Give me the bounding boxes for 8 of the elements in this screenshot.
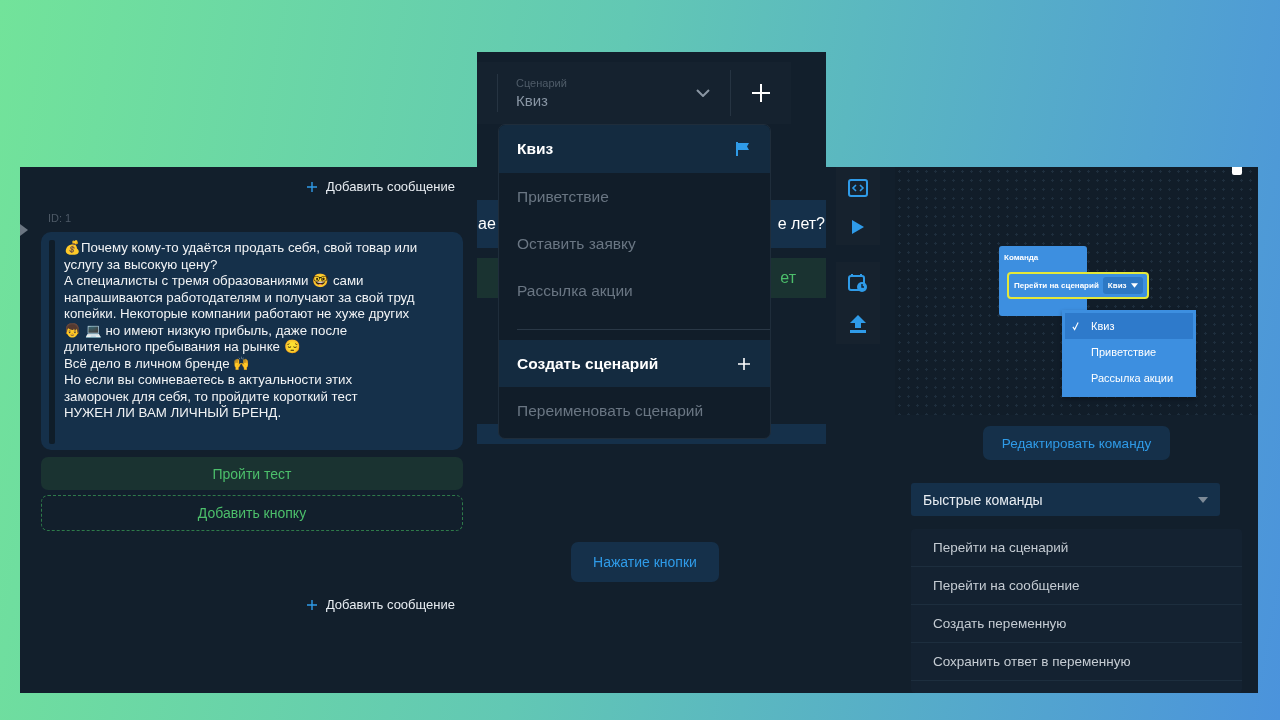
- select-label: Сценарий: [516, 77, 567, 89]
- command-label: Перейти на сценарий: [1014, 281, 1099, 290]
- block-title: Команда: [1004, 253, 1039, 262]
- message-text: 💰Почему кому-то удаётся продать себя, свой товар или услугу за высокую цену? А специалисты с тремя образованиями 🤓 сами напрашиваются работодателям и получают за свой труд копейки. Некоторые компании работают не хуже других 👦 💻 но имеют низкую прибыль, даже после длительного пребывания на рынке 😔 Всё дело в личном бренде 🙌 Но если вы сомневаетесь в актуальности этих заморочек для себя, то пройдите короткий тест НУЖЕН ЛИ ВАМ ЛИЧНЫЙ БРЕНД.: [64, 240, 419, 422]
- question-text: е лет?: [777, 215, 825, 233]
- answer-text: ет: [780, 269, 796, 287]
- question-text: ае: [478, 215, 496, 233]
- select-value: Квиз: [516, 92, 549, 109]
